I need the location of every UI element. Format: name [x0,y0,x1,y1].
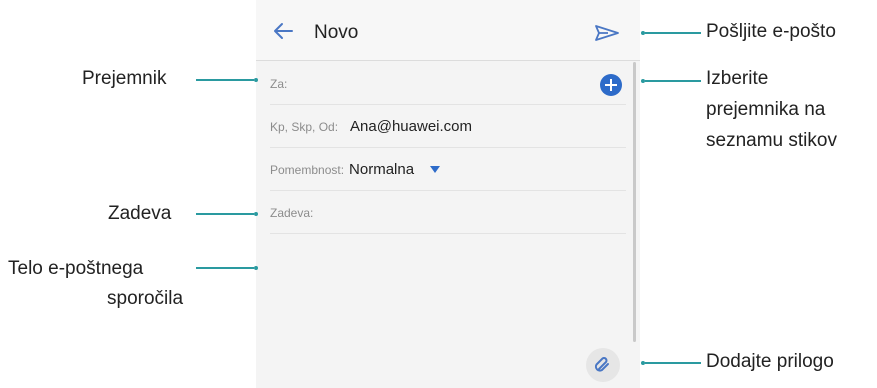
callout-line-send [645,32,701,34]
priority-value: Normalna [349,161,415,178]
callout-dot-body [254,266,258,270]
priority-label: Pomembnost: [270,162,345,177]
callout-dot-recipient [254,78,258,82]
cc-field[interactable]: Kp, Skp, Od: Ana@huawei.com [270,106,626,148]
callout-line-subject [196,213,254,215]
scrollbar[interactable] [633,62,636,342]
callout-dot-subject [254,212,258,216]
to-label: Za: [270,76,288,91]
callout-choose-line1: Izberite [706,68,769,89]
callout-send: Pošljite e-pošto [706,21,836,42]
chevron-down-icon[interactable] [430,166,441,173]
callout-subject: Zadeva [108,203,172,224]
callout-line-attach [645,362,701,364]
add-recipient-button[interactable] [600,74,622,96]
subject-label: Zadeva: [270,205,314,220]
subject-field[interactable]: Zadeva: [270,192,626,234]
callout-line-body [196,267,254,269]
arrow-left-icon[interactable] [272,22,294,40]
to-field[interactable]: Za: [270,63,626,105]
page-title: Novo [314,22,359,43]
callout-body-line1: Telo e-poštnega [8,258,144,279]
callout-line-choose [645,80,701,82]
cc-value: Ana@huawei.com [350,118,473,135]
email-compose-screen: Novo Za: Kp, Skp, Od: Ana@huawei.com Pom… [256,0,640,388]
attach-button[interactable] [586,348,620,382]
callout-choose-line2: prejemnika na [706,99,826,120]
send-icon[interactable] [594,24,620,42]
callout-attach: Dodajte prilogo [706,351,834,372]
cc-label: Kp, Skp, Od: [270,119,339,134]
email-body-input[interactable] [270,236,626,346]
paperclip-icon [594,357,609,372]
callout-choose-line3: seznamu stikov [706,130,837,151]
compose-header: Novo [256,0,640,61]
priority-field[interactable]: Pomembnost: Normalna [270,149,626,191]
callout-recipient: Prejemnik [82,68,167,89]
callout-body-line2: sporočila [107,288,184,309]
callout-line-recipient [196,79,254,81]
